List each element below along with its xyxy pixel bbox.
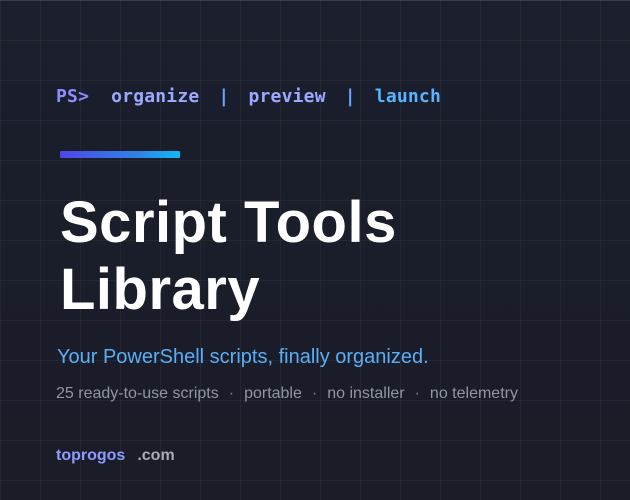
brand-tld: .com (137, 447, 175, 464)
prompt-prefix: PS> (56, 85, 90, 107)
feature-portable: portable (244, 385, 302, 402)
brand-name: toprogos (56, 447, 126, 464)
page-title-line-2: Library (60, 257, 261, 322)
brand-domain: toprogos .com (56, 445, 175, 467)
feature-separator: · (228, 385, 235, 402)
accent-bar (60, 151, 180, 158)
command-separator: | (344, 85, 356, 107)
tagline: Your PowerShell scripts, finally organiz… (57, 346, 429, 368)
feature-list: 25 ready-to-use scripts · portable · no inst… (56, 383, 518, 405)
feature-no-installer: no installer (327, 385, 405, 402)
command-organize: organize (111, 85, 200, 107)
feature-separator: · (414, 385, 420, 402)
powershell-prompt: PS> organize | preview | launch (56, 84, 441, 108)
top-border-line (0, 0, 630, 1)
feature-separator: · (311, 385, 318, 402)
command-preview: preview (248, 85, 326, 107)
command-launch: launch (374, 85, 442, 107)
promo-banner: PS> organize | preview | launch Script T… (0, 0, 630, 500)
page-title-line-1: Script Tools (60, 190, 397, 255)
page-title: Script Tools Library (60, 189, 580, 323)
command-separator: | (218, 85, 230, 107)
feature-no-telemetry: no telemetry (429, 385, 518, 402)
feature-scripts: 25 ready-to-use scripts (56, 385, 219, 402)
